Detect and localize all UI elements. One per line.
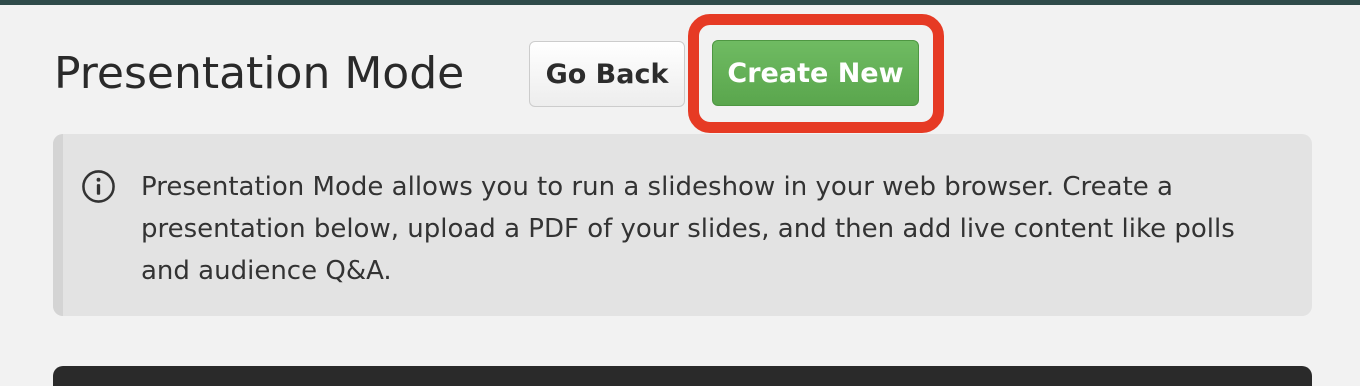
info-icon bbox=[82, 170, 115, 203]
page-title: Presentation Mode bbox=[54, 48, 465, 99]
top-nav-strip bbox=[0, 0, 1360, 5]
info-callout-accent-bar bbox=[53, 134, 63, 316]
go-back-button[interactable]: Go Back bbox=[529, 41, 685, 107]
create-new-button[interactable]: Create New bbox=[712, 40, 919, 106]
presentations-panel bbox=[53, 366, 1312, 386]
info-description: Presentation Mode allows you to run a sl… bbox=[141, 172, 1235, 286]
